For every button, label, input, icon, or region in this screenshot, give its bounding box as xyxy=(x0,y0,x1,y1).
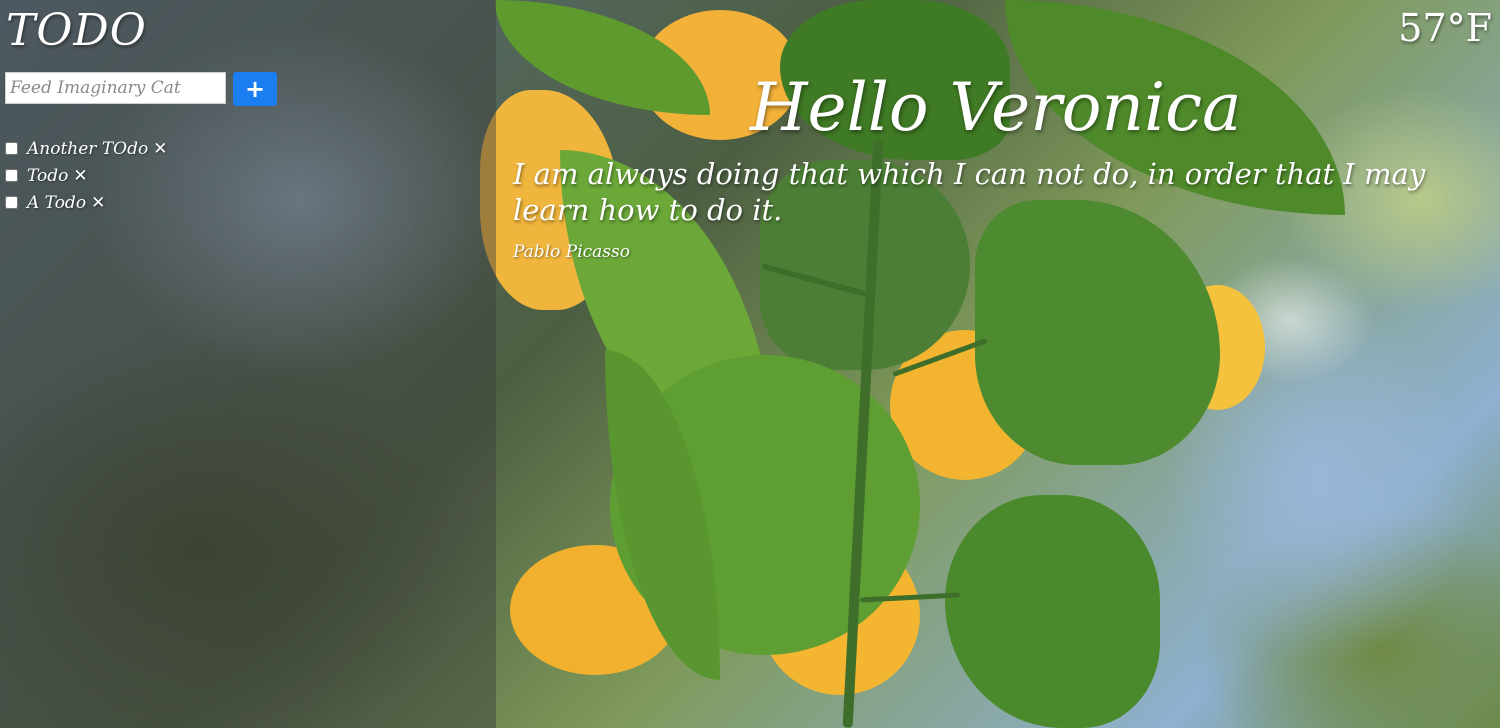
quote-author: Pablo Picasso xyxy=(513,242,630,262)
todo-checkbox[interactable] xyxy=(5,142,18,155)
todo-item-label: A Todo xyxy=(27,192,87,213)
green-leaf xyxy=(975,200,1220,465)
green-leaf xyxy=(945,495,1160,728)
plus-icon: + xyxy=(244,75,266,103)
todo-input[interactable] xyxy=(5,72,226,104)
todo-checkbox[interactable] xyxy=(5,169,18,182)
close-icon[interactable]: ✕ xyxy=(73,166,87,186)
todo-item: Todo ✕ xyxy=(5,162,167,189)
close-icon[interactable]: ✕ xyxy=(91,193,105,213)
todo-item-label: Another TOdo xyxy=(27,138,149,159)
todo-panel-overlay xyxy=(0,0,496,728)
add-todo-button[interactable]: + xyxy=(233,72,277,106)
quote-text: I am always doing that which I can not d… xyxy=(513,157,1426,227)
todo-item: A Todo ✕ xyxy=(5,189,167,216)
close-icon[interactable]: ✕ xyxy=(153,139,167,159)
todo-item: Another TOdo ✕ xyxy=(5,135,167,162)
todo-item-label: Todo xyxy=(27,165,69,186)
todo-checkbox[interactable] xyxy=(5,196,18,209)
weather-temperature: 57°F xyxy=(1398,6,1492,50)
greeting-heading: Hello Veronica xyxy=(750,69,1242,146)
todo-title: TODO xyxy=(6,5,147,56)
todo-list: Another TOdo ✕ Todo ✕ A Todo ✕ xyxy=(5,135,167,216)
